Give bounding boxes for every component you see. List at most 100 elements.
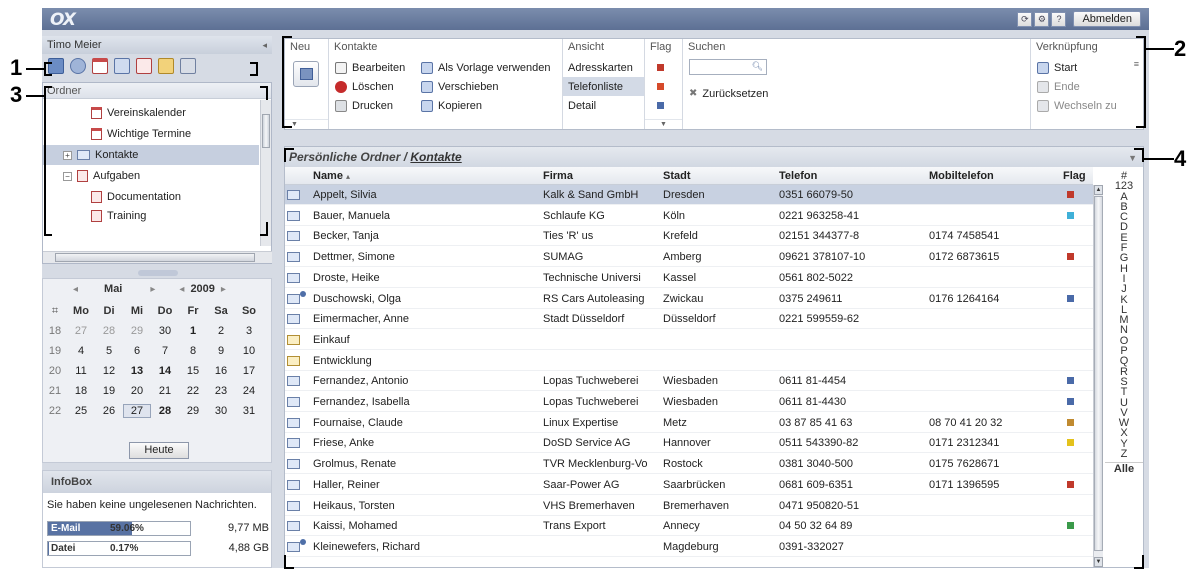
breadcrumb-root[interactable]: Persönliche Ordner [289, 150, 400, 164]
column-header-stadt[interactable]: Stadt [663, 167, 691, 185]
column-header-name[interactable]: Name ▴ [313, 167, 350, 186]
table-row[interactable]: Becker, Tanja Ties 'R' us Krefeld 02151 344… [285, 226, 1093, 247]
calendar-day[interactable]: 22 [179, 385, 207, 397]
flag-icon[interactable] [1067, 439, 1074, 447]
calendar-day[interactable]: 1 [179, 325, 207, 337]
expand-section-icon[interactable]: ▼ [645, 119, 682, 129]
refresh-icon[interactable]: ⟳ [1017, 11, 1033, 27]
flag-icon[interactable] [1067, 294, 1074, 302]
new-contact-button[interactable] [293, 61, 319, 87]
calendar-day[interactable]: 21 [151, 385, 179, 397]
scroll-thumb[interactable] [1094, 196, 1103, 551]
move-button[interactable]: Verschieben [421, 77, 499, 96]
tree-item-vereinskalender[interactable]: Vereinskalender [91, 103, 186, 123]
column-header-flag[interactable]: Flag [1063, 167, 1086, 185]
week-number[interactable]: 21 [43, 385, 67, 397]
calendar-day[interactable]: 18 [67, 385, 95, 397]
edit-button[interactable]: Bearbeiten [335, 58, 405, 77]
calendar-day[interactable]: 25 [67, 405, 95, 417]
expand-icon[interactable]: + [63, 150, 72, 160]
week-select-icon[interactable]: ⌗ [43, 305, 67, 318]
list-scrollbar[interactable]: ▲ ▼ [1093, 185, 1103, 567]
table-row[interactable]: Kaissi, Mohamed Trans Export Annecy 04 50 3… [285, 516, 1093, 537]
link-start-button[interactable]: Start [1037, 58, 1077, 77]
table-row[interactable]: Grolmus, Renate TVR Mecklenburg-Vo Rostock… [285, 454, 1093, 475]
flag-blue-button[interactable] [657, 96, 664, 115]
month-label[interactable]: Mai [104, 283, 122, 295]
table-row[interactable]: Heikaus, Torsten VHS Bremerhaven Bremerhav… [285, 496, 1093, 516]
use-as-template-button[interactable]: Als Vorlage verwenden [421, 58, 551, 77]
infostore-icon[interactable] [158, 58, 174, 74]
calendar-day[interactable]: 29 [179, 405, 207, 417]
calendar-day[interactable]: 23 [207, 385, 235, 397]
logout-button[interactable]: Abmelden [1073, 11, 1141, 27]
calendar-day-today[interactable]: 27 [123, 404, 151, 418]
next-month-icon[interactable]: ▸ [150, 284, 155, 295]
print-button[interactable]: Drucken [335, 96, 393, 115]
copy-button[interactable]: Kopieren [421, 96, 482, 115]
reset-search-button[interactable]: ✖ Zurücksetzen [689, 84, 768, 103]
calendar-icon[interactable] [92, 58, 108, 74]
flag-icon[interactable] [1067, 398, 1074, 405]
calendar-day[interactable]: 10 [235, 345, 263, 357]
flag-icon[interactable] [1067, 191, 1074, 198]
tree-horizontal-scrollbar[interactable] [43, 251, 272, 263]
calendar-day[interactable]: 24 [235, 385, 263, 397]
scroll-thumb[interactable] [262, 114, 270, 148]
next-year-icon[interactable]: ▸ [221, 284, 226, 295]
flag-icon[interactable] [1067, 377, 1074, 385]
calendar-day[interactable]: 9 [207, 345, 235, 357]
calendar-day[interactable]: 12 [95, 365, 123, 377]
table-row[interactable]: Droste, Heike Technische Universi Kassel 05… [285, 268, 1093, 288]
flag-icon[interactable] [1067, 522, 1074, 530]
calendar-day[interactable]: 31 [235, 405, 263, 417]
calendar-day[interactable]: 20 [123, 385, 151, 397]
calendar-day[interactable]: 13 [123, 365, 151, 377]
column-header-telefon[interactable]: Telefon [779, 167, 817, 185]
panel-splitter[interactable] [138, 270, 178, 276]
calendar-day[interactable]: 30 [151, 325, 179, 337]
week-number[interactable]: 20 [43, 365, 67, 377]
table-row[interactable]: Kleinewefers, Richard Magdeburg 0391-33202… [285, 537, 1093, 557]
mail-icon[interactable] [70, 58, 86, 74]
table-row[interactable]: Fernandez, Isabella Lopas Tuchweberei Wies… [285, 392, 1093, 412]
delete-button[interactable]: Löschen [335, 77, 394, 96]
link-end-button[interactable]: Ende [1037, 77, 1080, 96]
alphabet-index-letter[interactable]: Z [1105, 448, 1143, 459]
alphabet-index-all[interactable]: Alle [1105, 462, 1143, 476]
flag-red-button[interactable] [657, 77, 664, 96]
tree-item-kontakte[interactable]: + Kontakte [43, 145, 259, 165]
calendar-day[interactable]: 17 [235, 365, 263, 377]
calendar-day[interactable]: 27 [67, 325, 95, 337]
collapse-icon[interactable]: − [63, 171, 72, 181]
calendar-day[interactable]: 16 [207, 365, 235, 377]
table-row[interactable]: Fournaise, Claude Linux Expertise Metz 03 8… [285, 413, 1093, 433]
calendar-day[interactable]: 19 [95, 385, 123, 397]
prev-month-icon[interactable]: ◂ [73, 284, 78, 295]
options-icon[interactable] [180, 58, 196, 74]
calendar-day[interactable]: 8 [179, 345, 207, 357]
week-number[interactable]: 19 [43, 345, 67, 357]
calendar-day[interactable]: 28 [151, 405, 179, 417]
table-row[interactable]: Einkauf [285, 330, 1093, 350]
tree-item-wichtige-termine[interactable]: Wichtige Termine [91, 124, 191, 144]
breadcrumb-folder[interactable]: Kontakte [410, 150, 461, 164]
table-row[interactable]: Entwicklung [285, 351, 1093, 371]
tree-item-documentation[interactable]: Documentation [91, 187, 181, 207]
calendar-day[interactable]: 6 [123, 345, 151, 357]
calendar-day[interactable]: 4 [67, 345, 95, 357]
table-row[interactable]: Haller, Reiner Saar-Power AG Saarbrücken 06… [285, 475, 1093, 495]
search-icon[interactable]: 🔍︎ [752, 61, 763, 72]
help-icon[interactable]: ? [1051, 11, 1067, 27]
tasks-icon[interactable] [136, 58, 152, 74]
calendar-day[interactable]: 15 [179, 365, 207, 377]
calendar-day[interactable]: 5 [95, 345, 123, 357]
table-row[interactable]: Bauer, Manuela Schlaufe KG Köln 0221 963258… [285, 206, 1093, 226]
calendar-day[interactable]: 11 [67, 365, 95, 377]
table-row[interactable]: Duschowski, Olga RS Cars Autoleasing Zwick… [285, 289, 1093, 309]
flag-icon[interactable] [1067, 418, 1074, 426]
contacts-icon[interactable] [114, 58, 130, 74]
search-input[interactable]: 🔍︎ [689, 59, 767, 75]
table-row[interactable]: Dettmer, Simone SUMAG Amberg 09621 378107-1… [285, 247, 1093, 268]
link-switch-button[interactable]: Wechseln zu [1037, 96, 1117, 115]
